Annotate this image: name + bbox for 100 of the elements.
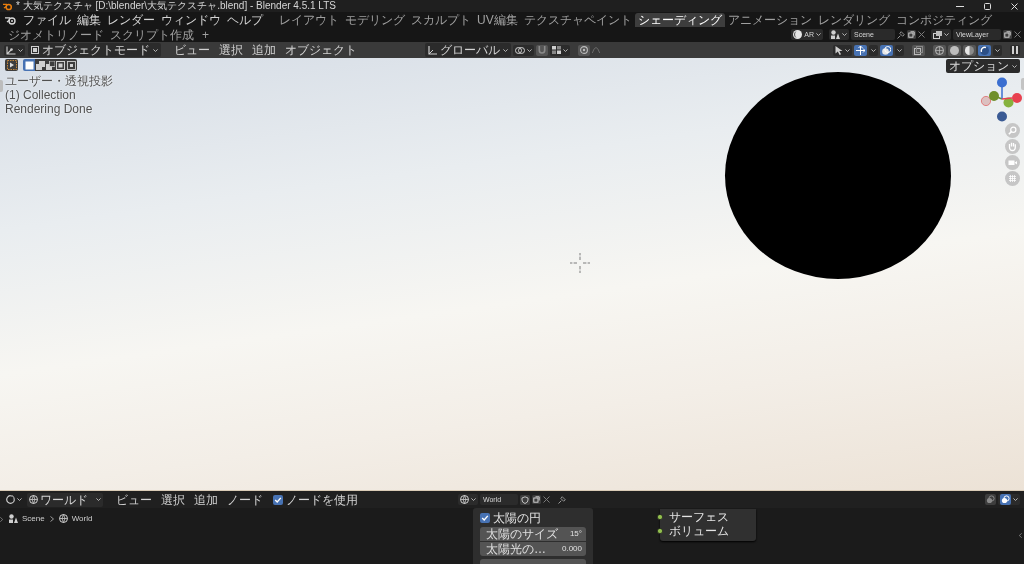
caret-icon [995,48,1000,52]
socket-label: サーフェス [669,511,729,523]
menu-item[interactable]: 追加 [191,492,221,507]
visibility-button[interactable] [833,44,852,56]
axes-icon [427,45,437,55]
pin-icon[interactable] [558,495,566,504]
snap-target-button[interactable] [549,44,570,56]
navigation-gizmo[interactable] [980,76,1023,122]
options-dropdown[interactable]: オプション [946,59,1020,73]
shield-icon[interactable] [520,494,530,505]
menu-item[interactable]: 選択 [158,492,188,507]
z-axis-handle[interactable] [997,77,1007,100]
workspace-tab[interactable]: スカルプト [408,13,474,27]
menu-item[interactable]: 選択 [216,43,246,57]
overlay-dropdown[interactable] [998,494,1020,505]
menu-item[interactable]: ノード [224,492,266,507]
negative-y-axis-handle[interactable] [1003,97,1014,108]
select-intersect-icon [66,60,76,70]
caret-icon [1013,498,1018,501]
workspace-tab[interactable]: コンポジティング [892,13,995,27]
menu-item[interactable]: ウィンドウ [158,12,224,27]
close-icon[interactable] [1011,2,1018,10]
select-subtract-icon [45,60,55,70]
scene-icon [9,514,18,523]
workspace-tab[interactable]: ジオメトリノード [5,28,107,42]
checkbox[interactable] [480,513,490,523]
checkbox[interactable] [273,494,283,505]
editor-type-button[interactable] [4,494,24,505]
editor-type-button[interactable] [4,44,25,56]
checkbox-label[interactable]: 太陽の円 [493,512,541,524]
number-field[interactable]: 太陽のサイズ 15° [480,527,586,541]
menu-item[interactable]: 追加 [249,43,279,57]
copy-icon[interactable] [907,30,916,39]
breadcrumb-text: Scene [22,514,45,523]
shader-type-dropdown[interactable]: ワールド [27,492,103,507]
app-logo-icon[interactable] [5,14,16,25]
caret-icon [562,48,568,52]
copy-icon[interactable] [1003,30,1012,39]
socket-dot-icon[interactable] [657,528,663,534]
workspace-tab[interactable]: モデリング [342,13,408,27]
world-browse-button[interactable] [458,494,478,505]
menu-item[interactable]: ファイル [20,12,74,27]
x-axis-handle[interactable] [1001,93,1022,103]
overlay-toggle[interactable] [880,44,893,56]
select-invert-icon [55,60,65,70]
select-mode-button[interactable] [65,59,77,71]
workspace-tab[interactable]: レンダリング [814,13,893,27]
select-mode-button[interactable] [35,59,45,71]
menu-item[interactable]: 編集 [74,12,104,27]
snap-toggle[interactable] [535,44,548,56]
xray-toggle[interactable] [912,44,925,56]
cross-icon[interactable] [543,496,550,503]
view-layer-browse-button[interactable] [931,29,951,40]
scene-browse-button[interactable] [829,29,849,40]
ring-icon [6,495,15,504]
negative-x-axis-handle[interactable] [981,96,991,106]
workspace-tab[interactable]: UV編集 [474,13,521,27]
menu-item[interactable]: レンダー [104,12,158,27]
negative-z-axis-handle[interactable] [997,111,1007,122]
shading-button[interactable] [963,44,976,56]
number-field[interactable]: 太陽光の… 0.000 [480,542,586,556]
dropdown-button[interactable] [869,44,878,56]
cross-icon[interactable] [1014,31,1021,38]
socket-dot-icon[interactable] [657,514,663,520]
menu-item[interactable]: ヘルプ [224,12,266,27]
ring-dot-icon [579,46,588,54]
pause-button[interactable] [1010,44,1020,56]
orientation-dropdown[interactable]: グローバル [424,43,511,57]
pin-icon[interactable] [897,30,905,39]
shading-button[interactable] [948,44,961,56]
shading-button[interactable] [933,44,946,56]
add-workspace-button[interactable]: + [197,28,214,42]
dropdown-button[interactable] [895,44,904,56]
menu-item[interactable]: ビュー [171,43,213,57]
shading-button[interactable] [978,44,991,56]
workspace-tab[interactable]: シェーディング [634,13,725,27]
select-tool-button[interactable] [5,59,18,71]
workspace-tab[interactable]: テクスチャペイント [520,13,635,27]
window-title: * 大気テクスチャ [D:\blender\大気テクスチャ.blend] - Blender 4.5.1 LTS [16,0,336,12]
pointer-icon [835,45,843,55]
maximize-icon[interactable] [984,2,991,10]
checkbox-label[interactable]: ノードを使用 [286,493,358,506]
proportional-editing-toggle[interactable] [577,44,590,56]
copy-icon[interactable] [532,495,541,504]
menu-item[interactable]: オブジェクト [282,43,360,57]
workspace-tab[interactable]: アニメーション [724,13,815,27]
minimize-icon[interactable] [956,5,964,7]
y-axis-handle[interactable] [989,91,1003,101]
mode-dropdown[interactable]: オブジェクトモード [28,43,161,57]
cross-icon[interactable] [918,31,925,38]
select-new-icon [24,60,34,70]
workspace-tab[interactable]: レイアウト [276,13,342,27]
workspace-tab[interactable]: スクリプト作成 [107,28,197,42]
select-mode-button[interactable] [23,59,35,71]
dropdown-button[interactable] [993,44,1002,56]
menu-item[interactable]: ビュー [113,492,155,507]
overlay-icon[interactable] [985,494,996,505]
pivot-button[interactable] [512,44,534,56]
select-mode-button[interactable] [45,59,55,71]
gizmo-toggle[interactable] [854,44,867,56]
